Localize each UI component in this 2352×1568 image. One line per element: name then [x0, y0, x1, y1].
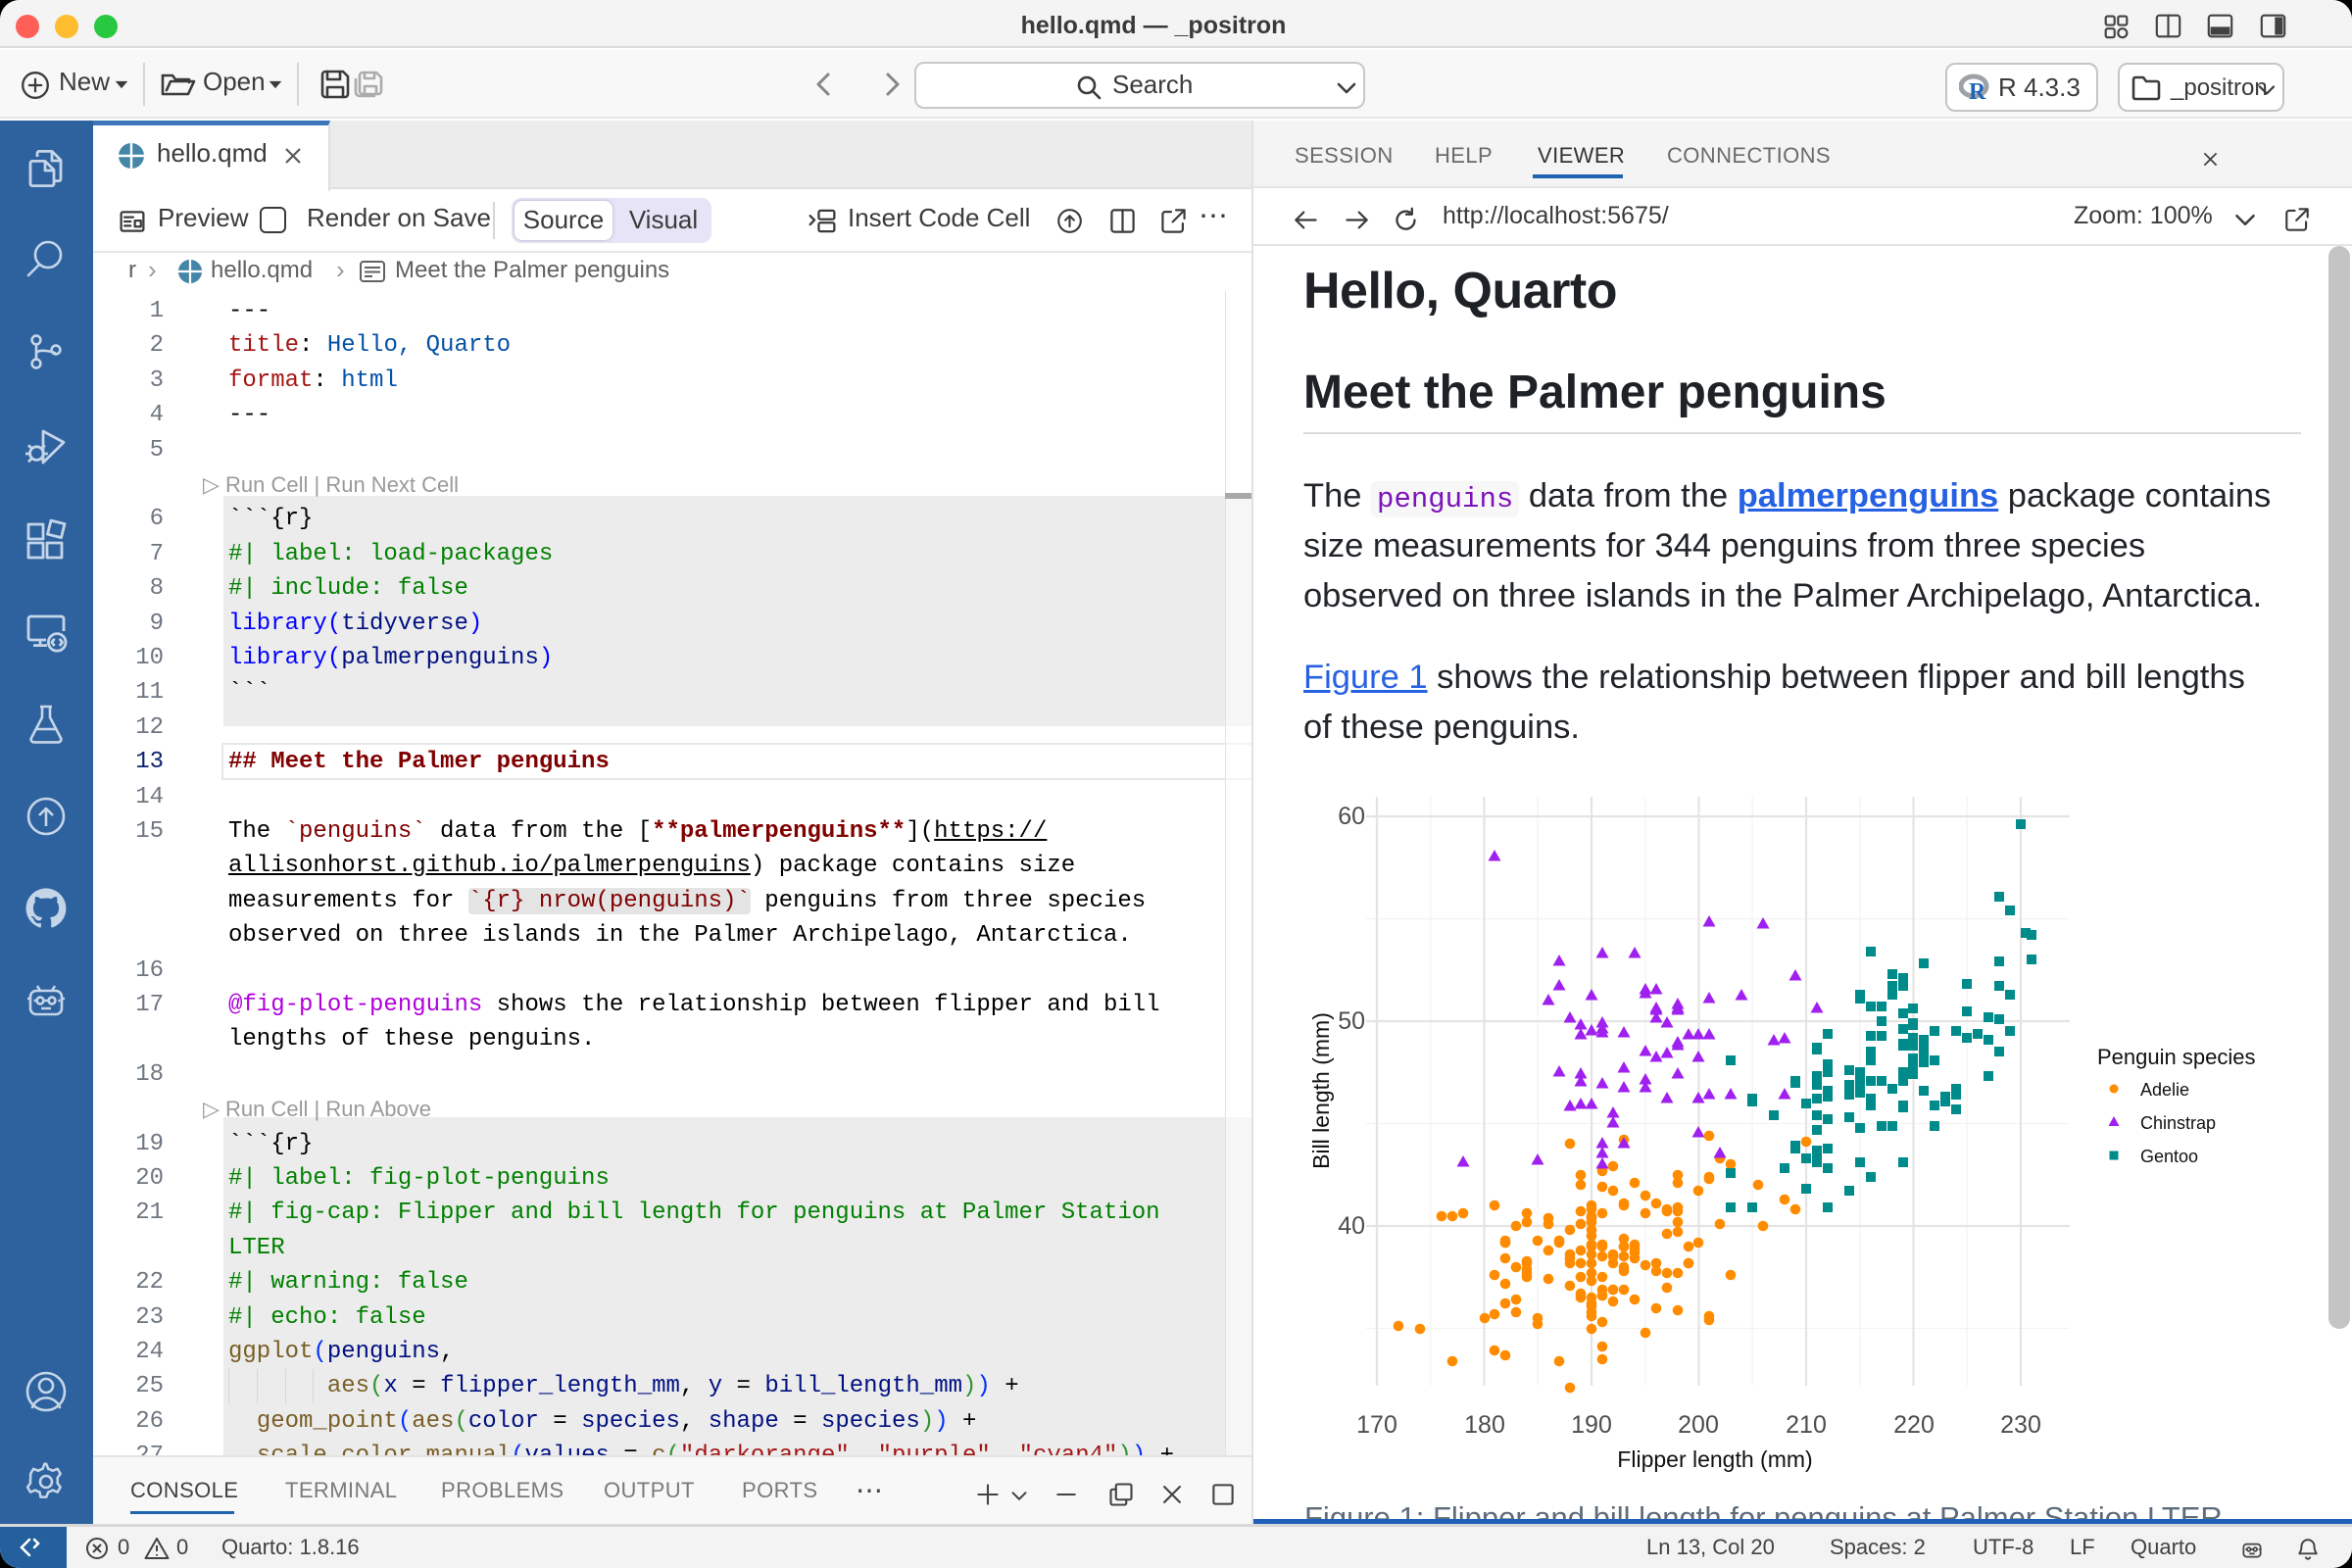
svg-text:180: 180 — [1464, 1411, 1505, 1439]
svg-text:190: 190 — [1571, 1411, 1612, 1439]
svg-text:Penguin species: Penguin species — [2097, 1045, 2255, 1069]
svg-text:Flipper length (mm): Flipper length (mm) — [1617, 1446, 1812, 1472]
svg-text:Chinstrap: Chinstrap — [2140, 1113, 2216, 1133]
svg-text:50: 50 — [1338, 1007, 1365, 1035]
svg-text:R: R — [1969, 79, 1986, 103]
svg-text:170: 170 — [1356, 1411, 1397, 1439]
svg-text:40: 40 — [1338, 1212, 1365, 1240]
svg-text:60: 60 — [1338, 803, 1365, 830]
svg-text:220: 220 — [1893, 1411, 1935, 1439]
svg-text:Bill length (mm): Bill length (mm) — [1308, 1012, 1334, 1169]
svg-text:230: 230 — [2000, 1411, 2041, 1439]
svg-text:200: 200 — [1678, 1411, 1719, 1439]
svg-text:210: 210 — [1786, 1411, 1827, 1439]
svg-text:Gentoo: Gentoo — [2140, 1147, 2198, 1166]
svg-text:Adelie: Adelie — [2140, 1080, 2189, 1100]
